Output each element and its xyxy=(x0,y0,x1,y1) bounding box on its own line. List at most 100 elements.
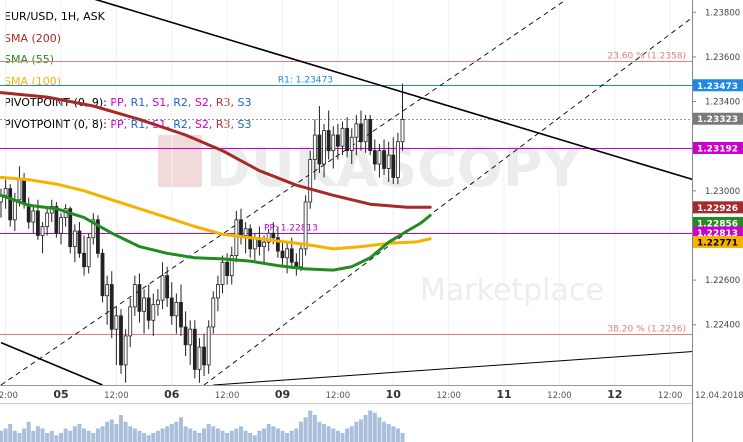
candle-body xyxy=(280,250,285,259)
candle-body xyxy=(363,119,368,143)
y-tick-label: 1.23000 xyxy=(705,187,740,197)
candle-body xyxy=(271,232,276,239)
volume-bar xyxy=(386,424,391,442)
volume-bar xyxy=(368,410,373,442)
candle-body xyxy=(179,302,183,328)
candle-body xyxy=(312,134,317,160)
x-tick-label: 11 xyxy=(496,388,511,401)
candle-body xyxy=(386,154,391,169)
candle-body xyxy=(12,199,17,221)
x-tick-label: 09 xyxy=(275,388,290,401)
volume-bar xyxy=(183,426,188,442)
candle-body xyxy=(22,179,26,205)
volume-bar xyxy=(363,415,368,442)
level-label: R1: 1.23473 xyxy=(278,76,333,86)
trendline xyxy=(0,341,103,386)
candle-body xyxy=(317,134,322,165)
candle-body xyxy=(322,130,326,165)
volume-bar xyxy=(8,424,13,442)
x-tick-label: 12:00 xyxy=(326,391,351,401)
candle-body xyxy=(220,261,225,285)
x-tick-label: 12 xyxy=(607,388,622,401)
candle-body xyxy=(349,136,354,152)
price-label-text: 1.22771 xyxy=(697,238,738,248)
volume-bar xyxy=(123,421,128,442)
candle-body xyxy=(391,154,396,178)
candle-body xyxy=(335,134,340,147)
candle-body xyxy=(234,219,239,256)
candle-body xyxy=(211,297,216,328)
y-tick-label: 1.23800 xyxy=(705,8,740,18)
candle-body xyxy=(36,210,40,236)
volume-bar xyxy=(225,433,230,442)
volume-bar xyxy=(206,424,211,442)
volume-bar xyxy=(58,433,63,442)
volume-bar xyxy=(391,426,396,442)
candle-body xyxy=(17,179,22,201)
candle-body xyxy=(289,248,294,263)
candle-body xyxy=(109,284,114,330)
candle-body xyxy=(299,248,303,268)
volume-bar xyxy=(238,426,243,442)
volume-bar xyxy=(400,433,405,442)
candle-body xyxy=(294,261,299,268)
watermark-sub: Marketplace xyxy=(420,273,604,308)
volume-bar xyxy=(294,428,299,442)
candle-body xyxy=(202,346,206,366)
candle-body xyxy=(137,284,142,312)
volume-bar xyxy=(91,433,96,442)
price-chart[interactable]: DUKASCOPYMarketplace 23.60 % (1.2358)R1:… xyxy=(0,0,743,442)
volume-bar xyxy=(178,417,183,442)
candle-body xyxy=(192,328,197,370)
level-label: 23.60 % (1.2358) xyxy=(607,52,686,62)
volume-bar xyxy=(275,428,280,442)
candle-body xyxy=(262,241,266,248)
candle-body xyxy=(105,284,110,297)
volume-bar xyxy=(211,426,216,442)
candle-body xyxy=(216,284,220,299)
volume-bar xyxy=(22,428,27,442)
volume-bar xyxy=(0,430,3,442)
volume-bar xyxy=(118,415,123,442)
candle-body xyxy=(400,119,405,143)
candle-body xyxy=(206,326,211,366)
candle-body xyxy=(285,248,290,259)
volume-bar xyxy=(317,421,322,442)
volume-bar xyxy=(271,426,276,442)
volume-bar xyxy=(312,415,317,442)
candle-body xyxy=(340,127,345,147)
volume-bar xyxy=(146,435,151,442)
volume-bar xyxy=(35,426,40,442)
volume-bar xyxy=(160,428,165,442)
price-axis[interactable]: 1.23800 1.23600 1.23400 1.23000 1.22600 1.224… xyxy=(692,0,743,442)
volume-bar xyxy=(234,428,239,442)
volume-bar xyxy=(197,433,202,442)
x-tick-label: 12:00 xyxy=(215,391,240,401)
x-tick-label: 12:00 xyxy=(547,391,572,401)
candle-body xyxy=(142,297,146,312)
candle-body xyxy=(31,210,36,223)
volume-bar xyxy=(345,428,350,442)
volume-bar xyxy=(266,424,271,442)
time-axis[interactable]: 12:00 05 12:00 06 12:00 09 12:00 10 12:00 11 12:00… xyxy=(0,385,743,404)
price-label-text: 1.23323 xyxy=(697,115,738,125)
y-tick-label: 1.22400 xyxy=(705,321,740,331)
volume-bar xyxy=(372,412,377,442)
volume-bar xyxy=(77,424,82,442)
volume-bar xyxy=(220,430,225,442)
candle-body xyxy=(114,315,119,330)
candle-body xyxy=(395,141,400,178)
volume-bar xyxy=(303,417,308,442)
candle-body xyxy=(45,212,50,227)
candle-body xyxy=(169,297,174,317)
volume-bar xyxy=(215,428,220,442)
volume-bar xyxy=(82,428,87,442)
volume-bar xyxy=(322,424,327,442)
volume-bar xyxy=(252,435,257,442)
candle-body xyxy=(72,230,77,248)
candle-body xyxy=(345,127,350,152)
volume-bar xyxy=(31,430,36,442)
volume-histogram xyxy=(0,403,692,442)
volume-bar xyxy=(105,421,110,442)
volume-bar xyxy=(358,419,363,442)
